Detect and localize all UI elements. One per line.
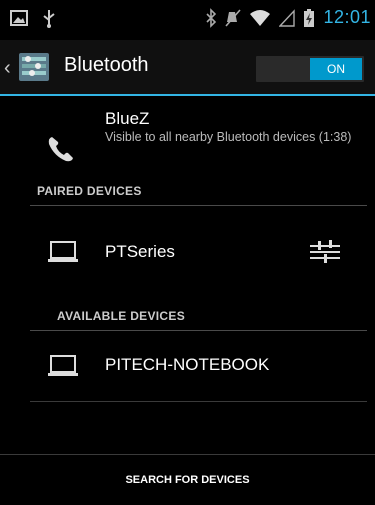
laptop-icon (48, 355, 78, 376)
bottom-bar: SEARCH FOR DEVICES (0, 454, 375, 503)
divider (30, 401, 367, 402)
screenshot-icon (10, 10, 28, 26)
device-settings-icon[interactable] (308, 236, 342, 268)
available-devices-header: AVAILABLE DEVICES (57, 309, 186, 323)
search-for-devices-button[interactable]: SEARCH FOR DEVICES (0, 455, 375, 503)
mute-icon (225, 8, 242, 27)
phone-icon (48, 137, 73, 162)
bluetooth-toggle[interactable]: ON (256, 56, 364, 82)
action-bar: ‹ Bluetooth ON (0, 40, 375, 96)
status-time: 12:01 (323, 7, 371, 27)
divider (30, 330, 367, 331)
page-title: Bluetooth (64, 54, 149, 76)
status-bar: 12:01 (0, 0, 375, 40)
toggle-on-label: ON (310, 58, 362, 80)
wifi-icon (250, 9, 271, 26)
usb-icon (43, 10, 55, 28)
paired-devices-header: PAIRED DEVICES (37, 184, 142, 198)
device-name: BlueZ (105, 109, 150, 128)
settings-app-icon[interactable] (18, 51, 50, 83)
signal-icon (279, 8, 296, 27)
bluetooth-icon (206, 7, 217, 28)
back-chevron-icon[interactable]: ‹ (4, 58, 11, 78)
paired-device-name: PTSeries (105, 242, 175, 261)
battery-icon (304, 8, 315, 27)
laptop-icon (48, 241, 78, 262)
available-device-name: PITECH-NOTEBOOK (105, 355, 270, 374)
visibility-status: Visible to all nearby Bluetooth devices … (105, 130, 352, 144)
divider (30, 205, 367, 206)
